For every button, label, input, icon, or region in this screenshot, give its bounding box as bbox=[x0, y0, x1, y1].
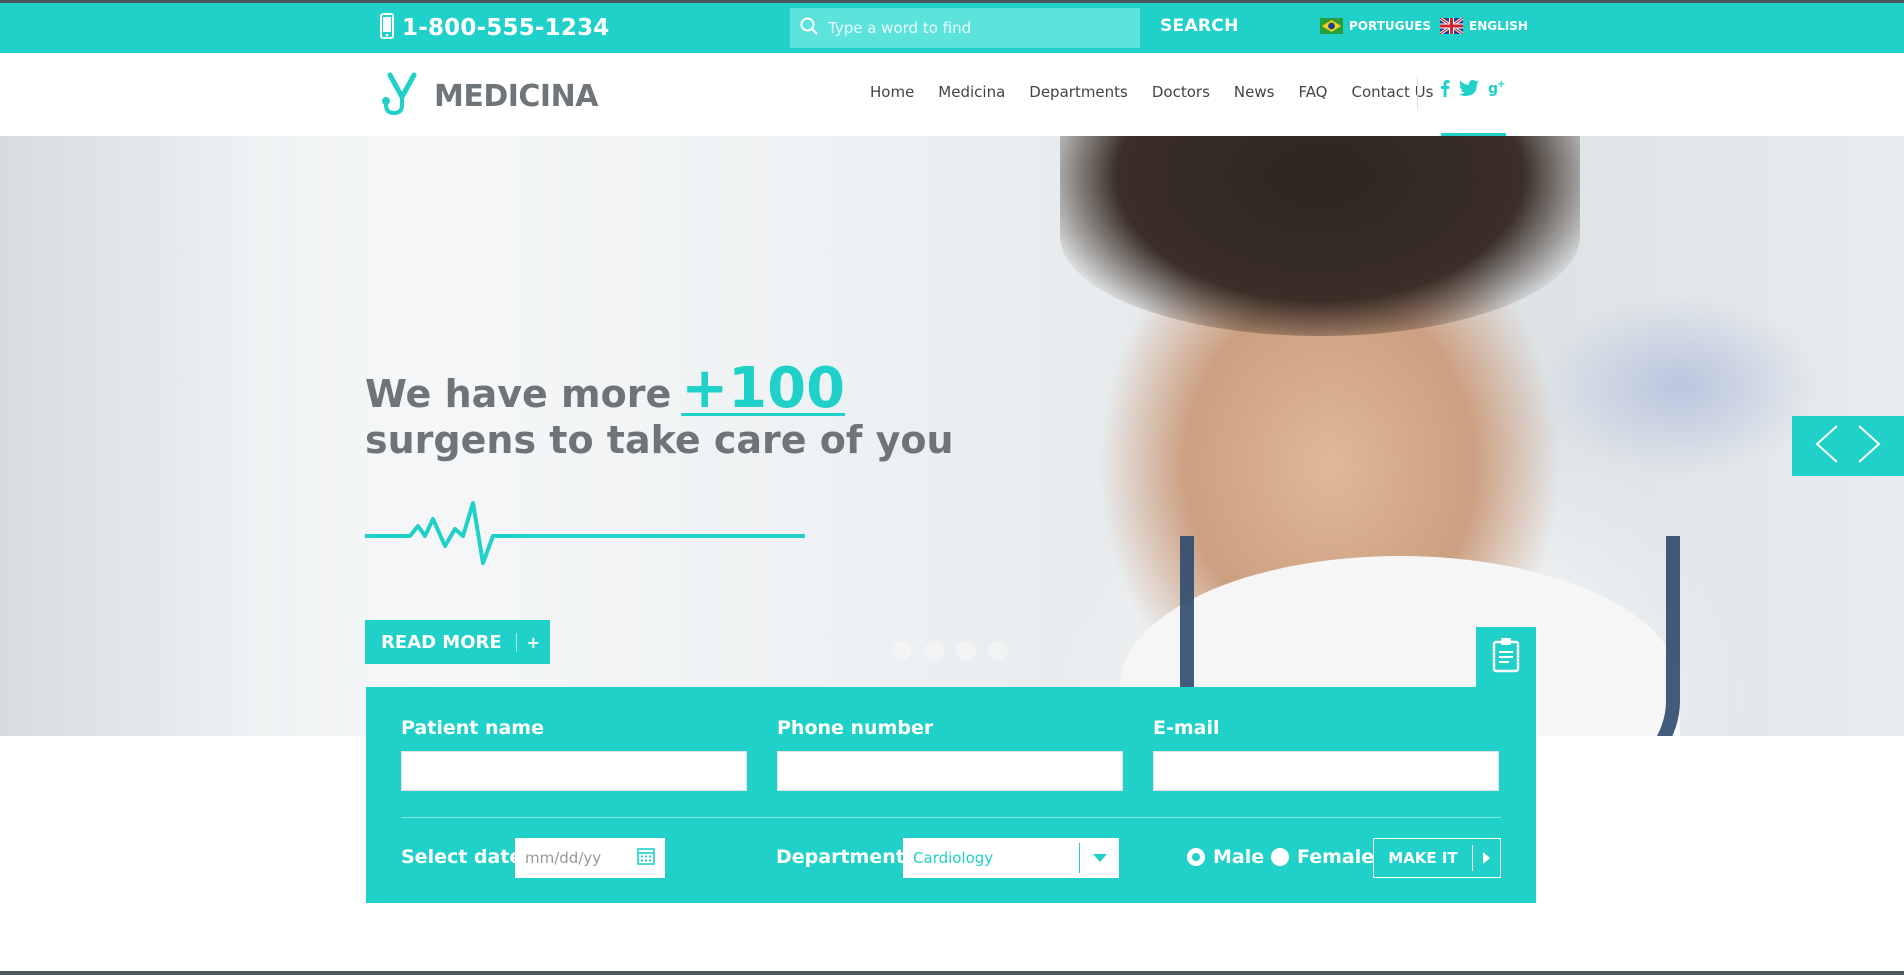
facebook-icon[interactable] bbox=[1440, 79, 1450, 101]
email-group: E-mail bbox=[1153, 717, 1499, 791]
slider-arrows bbox=[1792, 416, 1904, 476]
doctor-photo-hair bbox=[1060, 136, 1580, 336]
twitter-icon[interactable] bbox=[1459, 80, 1479, 100]
stethoscope-logo-icon bbox=[380, 71, 428, 121]
read-more-button[interactable]: READ MORE + bbox=[365, 620, 551, 664]
plus-icon: + bbox=[515, 632, 550, 652]
google-plus-icon[interactable]: g + bbox=[1488, 79, 1506, 101]
appointment-form: Patient name Phone number E-mail Select … bbox=[366, 687, 1536, 903]
nav-item-medicina[interactable]: Medicina bbox=[938, 83, 1005, 101]
slider-pagination bbox=[892, 641, 1008, 661]
phone-number-label: Phone number bbox=[777, 717, 934, 739]
uk-flag-icon bbox=[1440, 18, 1463, 34]
gender-male-radio[interactable]: Male bbox=[1187, 846, 1264, 868]
logo-text: MEDICINA bbox=[434, 78, 598, 114]
department-label: Department bbox=[776, 846, 905, 868]
read-more-label: READ MORE bbox=[381, 631, 502, 653]
form-divider bbox=[401, 817, 1501, 818]
hero-headline-line2: surgens to take care of you bbox=[365, 418, 954, 462]
caret-right-icon bbox=[1472, 845, 1500, 871]
select-date-label: Select date bbox=[401, 846, 523, 868]
chevron-left-icon[interactable] bbox=[1815, 424, 1839, 468]
patient-name-group: Patient name bbox=[401, 717, 747, 791]
phone-contact[interactable]: 1-800-555-1234 bbox=[380, 13, 609, 43]
radio-selected-icon bbox=[1187, 848, 1205, 866]
slider-dot-3[interactable] bbox=[956, 641, 976, 661]
hero-background-blur bbox=[0, 136, 260, 736]
nav-item-contact-us[interactable]: Contact Us bbox=[1352, 83, 1434, 101]
gender-female-label: Female bbox=[1297, 846, 1375, 868]
hero-headline-prefix: We have more bbox=[365, 372, 672, 416]
nav-divider bbox=[1417, 77, 1418, 109]
nav-item-departments[interactable]: Departments bbox=[1029, 83, 1128, 101]
language-portugues[interactable]: PORTUGUES bbox=[1320, 18, 1431, 34]
language-label: ENGLISH bbox=[1469, 19, 1528, 33]
social-links: g + bbox=[1440, 79, 1506, 101]
radio-unselected-icon bbox=[1271, 848, 1289, 866]
date-input[interactable]: mm/dd/yy bbox=[515, 838, 665, 878]
hero-headline-line1: We have more +100 bbox=[365, 356, 845, 421]
bottom-border-strip bbox=[0, 971, 1904, 975]
caret-down-icon[interactable] bbox=[1079, 843, 1119, 873]
calendar-icon[interactable] bbox=[637, 847, 655, 869]
phone-number-group: Phone number bbox=[777, 717, 1123, 791]
contact-fields-row: Patient name Phone number E-mail bbox=[401, 717, 1499, 791]
clipboard-icon bbox=[1492, 637, 1520, 677]
date-placeholder: mm/dd/yy bbox=[525, 849, 602, 867]
patient-name-label: Patient name bbox=[401, 717, 544, 739]
mobile-phone-icon bbox=[380, 13, 394, 43]
department-value: Cardiology bbox=[913, 849, 994, 867]
slider-dot-4[interactable] bbox=[988, 641, 1008, 661]
patient-name-input[interactable] bbox=[401, 751, 747, 791]
brazil-flag-icon bbox=[1320, 18, 1343, 34]
phone-number-input[interactable] bbox=[777, 751, 1123, 791]
site-header: MEDICINA Home Medicina Departments Docto… bbox=[0, 53, 1904, 137]
language-english[interactable]: ENGLISH bbox=[1440, 18, 1528, 34]
logo[interactable]: MEDICINA bbox=[380, 71, 598, 121]
department-select[interactable]: Cardiology bbox=[903, 838, 1119, 878]
search-input[interactable] bbox=[828, 19, 1118, 37]
language-label: PORTUGUES bbox=[1349, 19, 1432, 33]
search-box bbox=[790, 8, 1140, 48]
booking-fields-row: Select date mm/dd/yy Department Cardiolo… bbox=[401, 838, 1501, 878]
nav-item-news[interactable]: News bbox=[1234, 83, 1275, 101]
email-input[interactable] bbox=[1153, 751, 1499, 791]
top-bar: 1-800-555-1234 SEARCH PORTUGUES ENGLISH bbox=[0, 3, 1904, 53]
appointment-tab[interactable] bbox=[1476, 627, 1536, 687]
make-it-label: MAKE IT bbox=[1388, 849, 1458, 867]
heartbeat-line-icon bbox=[365, 491, 805, 575]
svg-text:+: + bbox=[1497, 79, 1505, 90]
hero-slider: We have more +100 surgens to take care o… bbox=[0, 136, 1904, 736]
gender-female-radio[interactable]: Female bbox=[1271, 846, 1374, 868]
email-label: E-mail bbox=[1153, 717, 1220, 739]
phone-number: 1-800-555-1234 bbox=[402, 15, 610, 41]
nav-item-doctors[interactable]: Doctors bbox=[1152, 83, 1210, 101]
make-it-button[interactable]: MAKE IT bbox=[1373, 838, 1501, 878]
slider-dot-1[interactable] bbox=[892, 641, 912, 661]
main-nav: Home Medicina Departments Doctors News F… bbox=[870, 83, 1433, 101]
hero-headline-highlight: +100 bbox=[681, 356, 846, 421]
search-button[interactable]: SEARCH bbox=[1160, 16, 1239, 36]
nav-item-home[interactable]: Home bbox=[870, 83, 914, 101]
nav-item-faq[interactable]: FAQ bbox=[1298, 83, 1327, 101]
chevron-right-icon[interactable] bbox=[1857, 424, 1881, 468]
gender-male-label: Male bbox=[1213, 846, 1265, 868]
slider-dot-2[interactable] bbox=[924, 641, 944, 661]
search-icon bbox=[800, 17, 818, 39]
